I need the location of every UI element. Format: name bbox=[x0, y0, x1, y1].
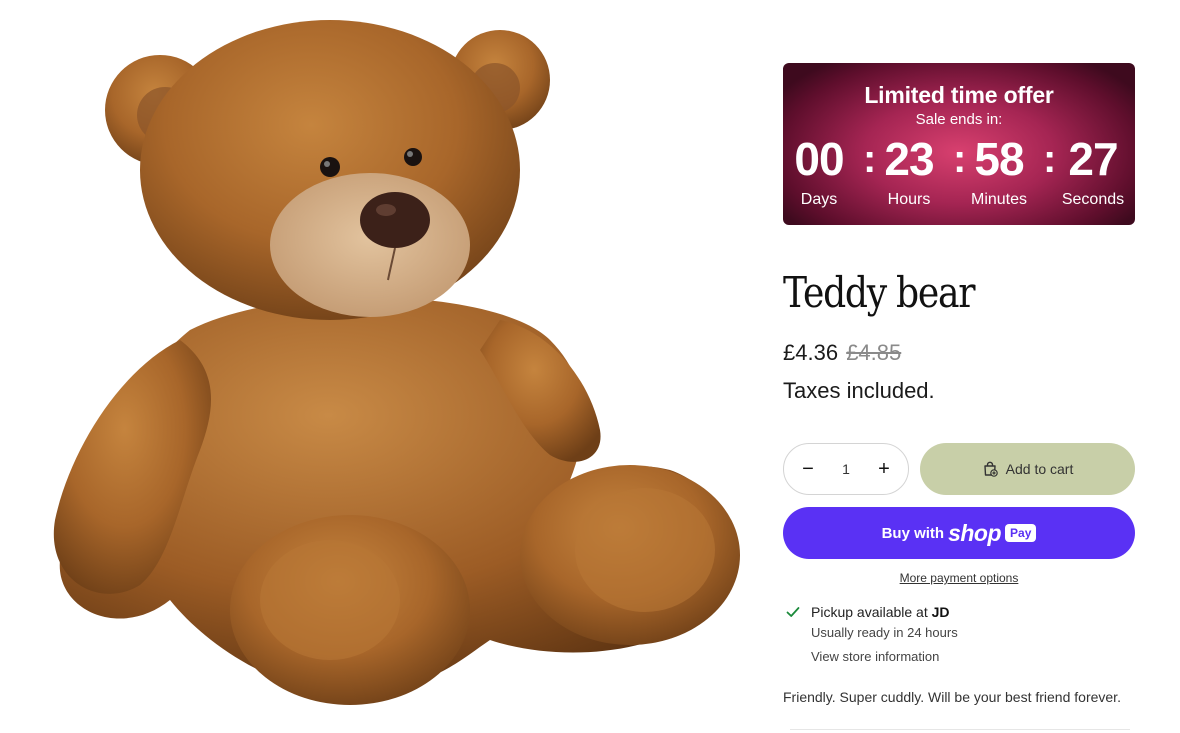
countdown-timer: Limited time offer Sale ends in: 00 Days… bbox=[783, 63, 1135, 225]
pickup-text: Pickup available at bbox=[811, 604, 928, 620]
quantity-stepper: − + bbox=[783, 443, 909, 495]
check-icon bbox=[786, 605, 800, 619]
shop-pay-prefix: Buy with bbox=[881, 524, 945, 542]
pickup-ready-time: Usually ready in 24 hours bbox=[811, 625, 958, 640]
pay-badge: Pay bbox=[1005, 524, 1037, 542]
pickup-location: JD bbox=[931, 604, 950, 620]
timer-days: 00 Days bbox=[783, 131, 859, 210]
timer-minutes-label: Minutes bbox=[970, 191, 1028, 208]
teddy-bear-illustration bbox=[53, 20, 740, 705]
timer-days-label: Days bbox=[800, 191, 838, 208]
compare-at-price: £4.85 bbox=[846, 340, 902, 365]
timer-minutes: 58 Minutes bbox=[959, 131, 1039, 210]
quantity-decrease-button[interactable]: − bbox=[786, 444, 830, 494]
shop-pay-button[interactable]: Buy with shop Pay bbox=[783, 507, 1135, 559]
timer-hours-value: 23 bbox=[884, 133, 934, 185]
product-title: Teddy bear bbox=[783, 268, 975, 317]
timer-minutes-value: 58 bbox=[974, 133, 1024, 185]
add-to-cart-label: Add to cart bbox=[1005, 461, 1074, 477]
product-image[interactable] bbox=[30, 0, 750, 733]
timer-seconds-value: 27 bbox=[1068, 133, 1118, 185]
more-payment-options-link[interactable]: More payment options bbox=[783, 571, 1135, 585]
timer-hours-label: Hours bbox=[887, 191, 931, 208]
taxes-note: Taxes included. bbox=[783, 378, 935, 403]
quantity-input[interactable] bbox=[828, 456, 864, 482]
timer-title: Limited time offer bbox=[864, 82, 1054, 108]
timer-days-value: 00 bbox=[794, 133, 844, 185]
add-to-cart-button[interactable]: Add to cart bbox=[920, 443, 1135, 495]
sale-price: £4.36 bbox=[783, 340, 839, 365]
timer-seconds-label: Seconds bbox=[1061, 191, 1125, 208]
shop-logo: shop bbox=[948, 519, 1002, 546]
timer-subtitle: Sale ends in: bbox=[915, 111, 1003, 128]
timer-seconds: 27 Seconds bbox=[1053, 131, 1133, 210]
timer-row: 00 Days : 23 Hours : 58 Minutes : 27 Sec… bbox=[783, 131, 1135, 208]
divider bbox=[790, 729, 1130, 730]
bag-plus-icon bbox=[982, 461, 998, 477]
pickup-availability: Pickup available at JD bbox=[811, 604, 950, 620]
quantity-increase-button[interactable]: + bbox=[862, 444, 906, 494]
timer-hours: 23 Hours bbox=[869, 131, 949, 210]
view-store-information-link[interactable]: View store information bbox=[811, 649, 939, 664]
price-row: £4.36 £4.85 bbox=[783, 340, 901, 366]
product-description: Friendly. Super cuddly. Will be your bes… bbox=[783, 689, 1121, 705]
